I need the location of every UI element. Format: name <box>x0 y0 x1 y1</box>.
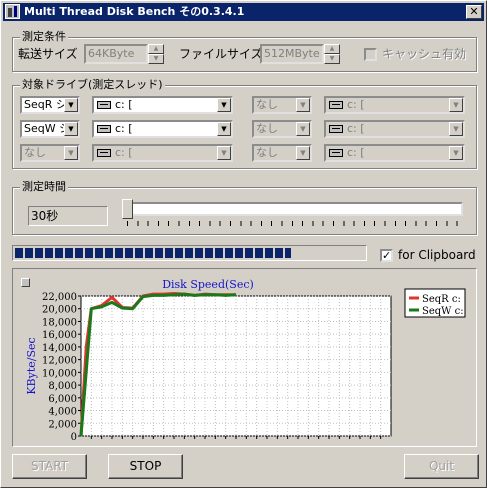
chevron-down-icon[interactable]: ▼ <box>217 98 231 112</box>
drive-mode-select-right-3[interactable]: なし ▼ <box>252 144 312 162</box>
chevron-down-icon[interactable]: ▼ <box>217 122 231 136</box>
title-bar[interactable]: Multi Thread Disk Bench その0.3.4.1 ✕ <box>3 3 484 21</box>
chevron-down-icon[interactable]: ▼ <box>217 146 231 160</box>
file-size-label: ファイルサイズ <box>179 47 263 61</box>
time-slider-ticks <box>127 221 461 226</box>
file-size-input[interactable]: 512MByte <box>260 44 324 64</box>
chevron-down-icon[interactable]: ▼ <box>449 146 463 160</box>
drive-mode-value: なし <box>256 98 278 111</box>
transfer-size-spinner[interactable]: ▲ ▼ <box>148 44 164 64</box>
drive-mode-select-left-1[interactable]: SeqR シ ▼ <box>20 96 80 114</box>
drive-value: c: [ <box>115 98 133 111</box>
legend-label: SeqW c: <box>422 306 464 317</box>
chevron-down-icon[interactable]: ▼ <box>296 122 310 136</box>
cache-label: キャッシュ有効 <box>382 47 467 61</box>
chevron-down-icon[interactable]: ▼ <box>449 98 463 112</box>
drive-mode-select-left-3[interactable]: なし ▼ <box>20 144 80 162</box>
y-tick-label: 2,000 <box>48 419 77 430</box>
chevron-down-icon[interactable]: ▼ <box>296 98 310 112</box>
progress-bar <box>12 245 367 261</box>
y-tick-label: 18,000 <box>42 317 77 328</box>
chevron-down-icon[interactable]: ▼ <box>64 146 78 160</box>
stop-button[interactable]: STOP <box>108 454 183 479</box>
transfer-size-input[interactable]: 64KByte <box>84 44 148 64</box>
drive-value: c: [ <box>347 98 365 111</box>
drive-icon <box>329 149 343 157</box>
drive-select-right-1[interactable]: c: [ ▼ <box>324 96 465 114</box>
drive-mode-select-right-1[interactable]: なし ▼ <box>252 96 312 114</box>
drive-icon <box>329 101 343 109</box>
clipboard-label: for Clipboard <box>398 248 476 262</box>
drive-value: c: [ <box>347 122 365 135</box>
y-tick-label: 6,000 <box>48 394 77 405</box>
time-slider-thumb[interactable] <box>122 199 133 219</box>
time-slider-track[interactable] <box>125 202 463 216</box>
app-icon <box>5 4 20 19</box>
chevron-down-icon[interactable]: ▼ <box>64 122 78 136</box>
drive-icon <box>329 125 343 133</box>
drive-select-left-3[interactable]: c: [ ▼ <box>92 144 233 162</box>
cache-checkbox[interactable] <box>364 48 377 61</box>
drive-select-left-2[interactable]: c: [ ▼ <box>92 120 233 138</box>
y-tick-label: 12,000 <box>42 356 77 367</box>
chart-ylabel: KByte/Sec <box>25 337 38 394</box>
time-group-label: 測定時間 <box>20 180 68 194</box>
y-tick-label: 20,000 <box>42 305 77 316</box>
drive-mode-value: なし <box>24 146 46 159</box>
drive-select-right-2[interactable]: c: [ ▼ <box>324 120 465 138</box>
file-size-spinner[interactable]: ▲ ▼ <box>324 44 340 64</box>
y-tick-label: 10,000 <box>42 368 77 379</box>
drive-select-right-3[interactable]: c: [ ▼ <box>324 144 465 162</box>
y-tick-label: 22,000 <box>42 292 77 303</box>
close-button[interactable]: ✕ <box>466 5 482 19</box>
transfer-size-label: 転送サイズ <box>18 47 78 61</box>
drive-mode-value: SeqR シ <box>24 98 67 111</box>
drive-mode-value: なし <box>256 122 278 135</box>
chevron-down-icon[interactable]: ▼ <box>296 146 310 160</box>
drive-value: c: [ <box>347 146 365 159</box>
chevron-down-icon[interactable]: ▼ <box>449 122 463 136</box>
app-window: Multi Thread Disk Bench その0.3.4.1 ✕ 測定条件… <box>0 0 487 488</box>
y-tick-label: 16,000 <box>42 330 77 341</box>
drive-value: c: [ <box>115 122 133 135</box>
window-title: Multi Thread Disk Bench その0.3.4.1 <box>24 5 245 18</box>
progress-fill <box>15 248 291 258</box>
y-tick-label: 0 <box>71 432 77 443</box>
drive-mode-select-right-2[interactable]: なし ▼ <box>252 120 312 138</box>
y-tick-label: 4,000 <box>48 407 77 418</box>
spin-up-icon[interactable]: ▲ <box>324 44 340 54</box>
drive-value: c: [ <box>115 146 133 159</box>
time-value: 30秒 <box>28 206 108 226</box>
chevron-down-icon[interactable]: ▼ <box>64 98 78 112</box>
chart-title: Disk Speed(Sec) <box>162 278 254 291</box>
drive-icon <box>97 125 111 133</box>
y-tick-label: 14,000 <box>42 343 77 354</box>
drive-icon <box>97 149 111 157</box>
spin-down-icon[interactable]: ▼ <box>148 54 164 64</box>
chart-panel: Disk Speed(Sec) KByte/Sec 22,000 20,000 18,0… <box>12 268 477 447</box>
start-button[interactable]: START <box>12 454 87 479</box>
drives-group-label: 対象ドライブ(測定スレッド) <box>20 78 165 92</box>
drive-select-left-1[interactable]: c: [ ▼ <box>92 96 233 114</box>
quit-button[interactable]: Quit <box>404 454 479 479</box>
drive-mode-value: なし <box>256 146 278 159</box>
legend-label: SeqR c: <box>422 294 461 305</box>
drive-icon <box>97 101 111 109</box>
conditions-group-label: 測定条件 <box>20 30 68 44</box>
drive-mode-select-left-2[interactable]: SeqW シ ▼ <box>20 120 80 138</box>
spin-up-icon[interactable]: ▲ <box>148 44 164 54</box>
disk-speed-chart: Disk Speed(Sec) KByte/Sec 22,000 20,00018,0… <box>25 278 466 443</box>
y-tick-label: 8,000 <box>48 381 77 392</box>
clipboard-checkbox[interactable]: ✓ <box>380 249 393 262</box>
spin-down-icon[interactable]: ▼ <box>324 54 340 64</box>
